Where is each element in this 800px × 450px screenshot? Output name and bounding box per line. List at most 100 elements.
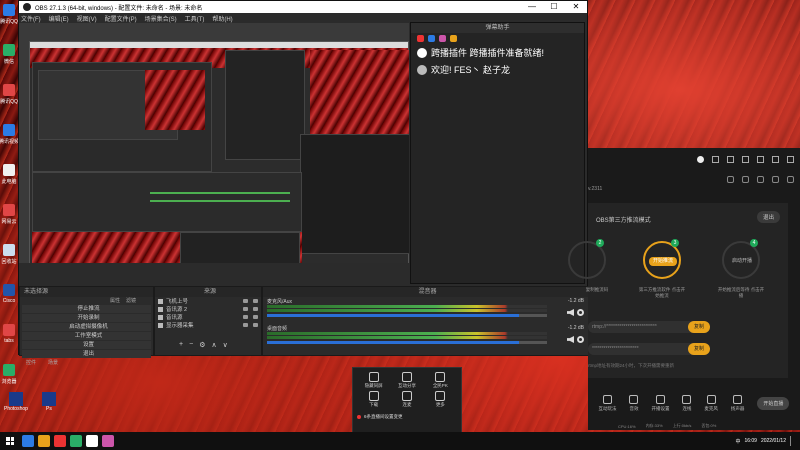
lock-icon[interactable]: [742, 175, 749, 183]
lock-icon[interactable]: [253, 307, 258, 311]
start-live-button[interactable]: 开始直播: [757, 396, 790, 410]
menu-view[interactable]: 视图(V): [77, 14, 97, 23]
desktop-icon[interactable]: 腾讯QQ: [0, 80, 18, 120]
desktop-icon[interactable]: 腾讯视频: [0, 120, 19, 160]
menu-profile[interactable]: 配置文件(P): [105, 14, 137, 23]
speaker-icon[interactable]: [567, 336, 574, 343]
taskbar-app-icon[interactable]: [70, 435, 82, 447]
microphone-button[interactable]: 麦克风: [704, 394, 718, 412]
taskbar-app-icon[interactable]: [38, 435, 50, 447]
chat-tool-icon[interactable]: [439, 35, 446, 42]
maximize-icon[interactable]: [772, 155, 779, 163]
filter-icon[interactable]: [727, 155, 734, 163]
source-item[interactable]: 音讯源 2: [155, 305, 261, 313]
close-icon[interactable]: [787, 155, 794, 163]
start-push-button[interactable]: 开始推流: [649, 257, 677, 266]
studio-mode-button[interactable]: 工作室模式: [22, 332, 151, 340]
ime-indicator[interactable]: 中: [735, 438, 740, 445]
tool-connect[interactable]: 连麦: [390, 391, 423, 408]
start-recording-button[interactable]: 开始录制: [22, 314, 151, 322]
taskbar-app-icon[interactable]: [54, 435, 66, 447]
move-up-icon[interactable]: ∧: [211, 341, 216, 349]
properties-button[interactable]: 属性: [110, 297, 120, 304]
show-desktop-button[interactable]: [790, 436, 796, 446]
visibility-eye-icon[interactable]: [243, 315, 248, 319]
desktop-icon[interactable]: 腾讯QQ: [0, 0, 18, 40]
desktop-icon[interactable]: Cisco: [0, 280, 18, 320]
filters-button[interactable]: 滤镜: [126, 297, 136, 304]
tool-pk[interactable]: 全民PK: [424, 372, 457, 389]
menu-scene-collection[interactable]: 场景集合(S): [145, 14, 177, 23]
speaker-icon[interactable]: [567, 309, 574, 316]
obs-preview-canvas[interactable]: [19, 23, 409, 263]
stop-streaming-button[interactable]: 停止推流: [22, 305, 151, 313]
clock-time[interactable]: 16:09: [744, 438, 757, 444]
desktop-icon[interactable]: 回收站: [0, 240, 18, 280]
close-button[interactable]: ✕: [565, 1, 587, 13]
avatar[interactable]: [697, 155, 704, 163]
copy-key-button[interactable]: 复制: [688, 343, 710, 355]
desktop-icon[interactable]: 微信: [0, 40, 18, 80]
go-live-button[interactable]: 启动开播: [728, 257, 756, 266]
chat-tool-icon[interactable]: [450, 35, 457, 42]
exit-button[interactable]: 退出: [22, 350, 151, 358]
tab-controls[interactable]: 控件: [26, 359, 36, 366]
chat-tool-icon[interactable]: [417, 35, 424, 42]
live-settings-button[interactable]: 开播设置: [651, 394, 669, 412]
lock-icon[interactable]: [253, 299, 258, 303]
desktop-icon[interactable]: 此电脑: [0, 160, 18, 200]
lock-icon[interactable]: [253, 323, 258, 327]
gear-icon[interactable]: [577, 309, 584, 316]
windows-start-icon[interactable]: [2, 433, 18, 449]
clock-date[interactable]: 2022/01/12: [761, 438, 786, 444]
tool-hide-screen[interactable]: 隐藏同屏: [357, 372, 390, 389]
taskbar-app-icon[interactable]: [22, 435, 34, 447]
share-icon[interactable]: [787, 175, 794, 183]
source-item[interactable]: 显示器采集: [155, 321, 261, 329]
source-item[interactable]: 音讯源: [155, 313, 261, 321]
gear-icon[interactable]: [577, 336, 584, 343]
visibility-eye-icon[interactable]: [243, 299, 248, 303]
exit-mode-button[interactable]: 退出: [756, 211, 780, 223]
minimize-icon[interactable]: [757, 155, 764, 163]
taskbar-app-icon[interactable]: [86, 435, 98, 447]
remove-source-icon[interactable]: −: [189, 341, 193, 349]
menu-file[interactable]: 文件(F): [21, 14, 41, 23]
tool-share[interactable]: 互动分享: [390, 372, 423, 389]
lock-icon[interactable]: [253, 315, 258, 319]
chat-tool-icon[interactable]: [428, 35, 435, 42]
minimize-button[interactable]: —: [521, 1, 543, 13]
maximize-button[interactable]: ☐: [543, 1, 565, 13]
start-virtual-camera-button[interactable]: 启动虚拟摄像机: [22, 323, 151, 331]
sound-effects-button[interactable]: 音效: [629, 394, 639, 412]
connect-button[interactable]: 连线: [682, 394, 692, 412]
volume-slider[interactable]: [267, 314, 547, 317]
interactive-button[interactable]: 互动玩法: [598, 394, 616, 412]
source-settings-icon[interactable]: ⚙: [199, 341, 205, 349]
volume-slider[interactable]: [267, 341, 547, 344]
add-source-icon[interactable]: +: [179, 341, 183, 349]
menu-icon[interactable]: [742, 155, 749, 163]
taskbar-app-icon[interactable]: [102, 435, 114, 447]
speaker-button[interactable]: 扬声器: [731, 394, 744, 412]
visibility-eye-icon[interactable]: [243, 307, 248, 311]
store-icon[interactable]: [727, 175, 734, 183]
tool-more[interactable]: 更多: [424, 391, 457, 408]
settings-button[interactable]: 设置: [22, 341, 151, 349]
menu-edit[interactable]: 编辑(E): [49, 14, 69, 23]
tool-download[interactable]: 下载: [357, 391, 390, 408]
tab-scenes[interactable]: 场景: [48, 359, 58, 366]
move-down-icon[interactable]: ∨: [223, 341, 228, 349]
menu-tools[interactable]: 工具(T): [185, 14, 205, 23]
bell-icon[interactable]: [772, 175, 779, 183]
menu-help[interactable]: 帮助(H): [212, 14, 232, 23]
shirt-icon[interactable]: [712, 155, 719, 163]
desktop-icon[interactable]: Photoshop: [4, 392, 28, 412]
desktop-icon[interactable]: 网易云: [0, 200, 18, 240]
layout-icon[interactable]: [757, 175, 764, 183]
desktop-icon[interactable]: Ps: [41, 392, 56, 412]
desktop-icon[interactable]: tabs: [0, 320, 18, 360]
source-item[interactable]: 飞机上号: [155, 297, 261, 305]
copy-url-button[interactable]: 复制: [688, 321, 710, 333]
visibility-eye-icon[interactable]: [243, 323, 248, 327]
